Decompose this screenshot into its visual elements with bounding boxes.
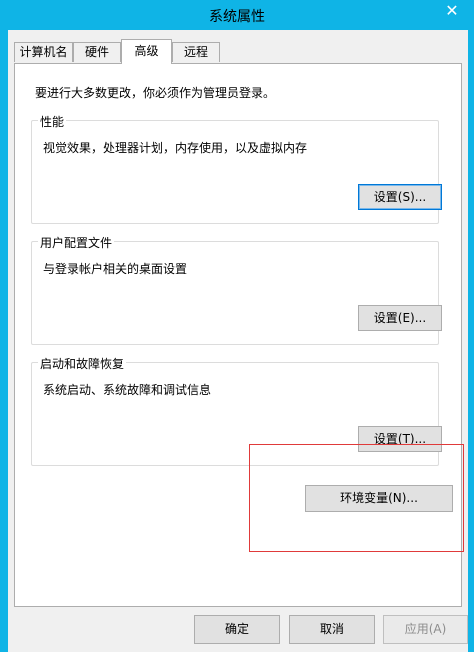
advanced-tab-panel: 要进行大多数更改，你必须作为管理员登录。 性能 视觉效果，处理器计划，内存使用，… bbox=[14, 63, 462, 607]
tab-label: 计算机名 bbox=[19, 45, 68, 59]
user-profiles-group-title: 用户配置文件 bbox=[38, 234, 115, 251]
performance-description: 视觉效果，处理器计划，内存使用，以及虚拟内存 bbox=[43, 141, 308, 155]
performance-group: 性能 视觉效果，处理器计划，内存使用，以及虚拟内存 设置(S)... bbox=[31, 113, 442, 224]
startup-recovery-group-title: 启动和故障恢复 bbox=[38, 355, 127, 372]
apply-button[interactable]: 应用(A) bbox=[383, 615, 468, 644]
title-bar[interactable]: 系统属性 ✕ bbox=[0, 0, 474, 30]
tab-label: 硬件 bbox=[84, 45, 109, 59]
user-profiles-group: 用户配置文件 与登录帐户相关的桌面设置 设置(E)... bbox=[31, 234, 442, 345]
tab-advanced[interactable]: 高级 bbox=[121, 39, 172, 64]
startup-recovery-settings-button[interactable]: 设置(T)... bbox=[358, 426, 442, 452]
tab-computer-name[interactable]: 计算机名 bbox=[14, 42, 73, 62]
startup-recovery-group: 启动和故障恢复 系统启动、系统故障和调试信息 设置(T)... bbox=[31, 355, 442, 466]
tab-remote[interactable]: 远程 bbox=[172, 42, 220, 62]
ok-button[interactable]: 确定 bbox=[194, 615, 280, 644]
startup-recovery-description: 系统启动、系统故障和调试信息 bbox=[43, 383, 212, 397]
system-properties-window: 系统属性 ✕ 计算机名 硬件 高级 远程 要进行大多数更改，你必须作为管理员登录… bbox=[0, 0, 474, 652]
tab-label: 远程 bbox=[183, 45, 208, 59]
close-button[interactable]: ✕ bbox=[438, 0, 466, 22]
cancel-button[interactable]: 取消 bbox=[289, 615, 375, 644]
tab-label: 高级 bbox=[134, 44, 159, 58]
window-title: 系统属性 bbox=[209, 9, 265, 25]
admin-notice: 要进行大多数更改，你必须作为管理员登录。 bbox=[35, 86, 276, 100]
environment-variables-button[interactable]: 环境变量(N)... bbox=[305, 485, 453, 512]
performance-settings-button[interactable]: 设置(S)... bbox=[358, 184, 442, 210]
user-profiles-description: 与登录帐户相关的桌面设置 bbox=[43, 262, 188, 276]
tab-hardware[interactable]: 硬件 bbox=[73, 42, 121, 62]
dialog-client-area: 计算机名 硬件 高级 远程 要进行大多数更改，你必须作为管理员登录。 性能 视觉… bbox=[8, 30, 468, 652]
close-icon: ✕ bbox=[445, 1, 459, 20]
user-profiles-settings-button[interactable]: 设置(E)... bbox=[358, 305, 442, 331]
performance-group-title: 性能 bbox=[38, 113, 67, 130]
